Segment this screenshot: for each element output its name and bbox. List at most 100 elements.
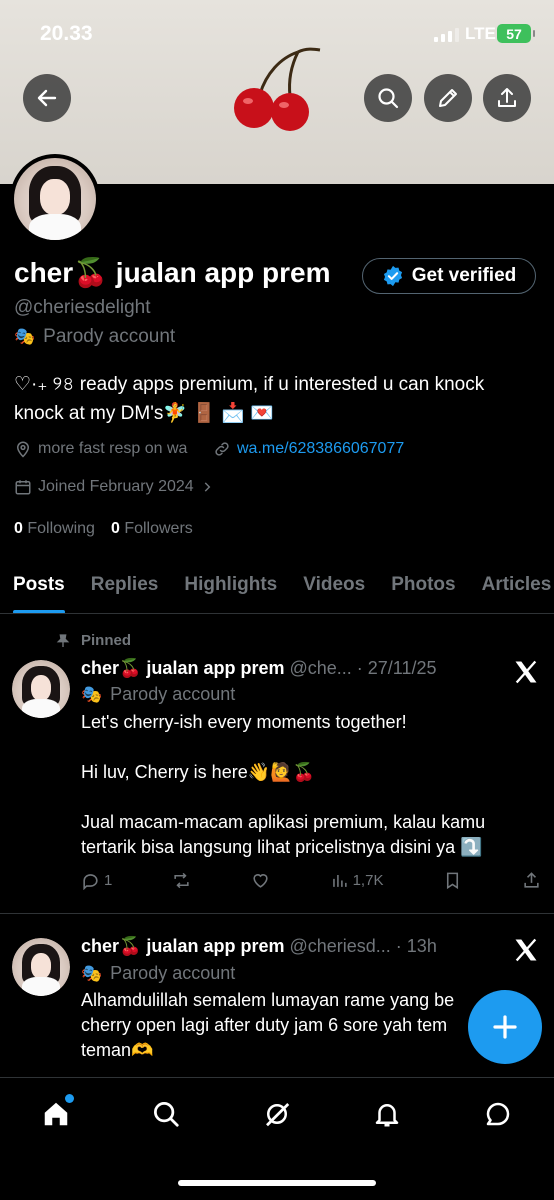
followers-link[interactable]: 0 Followers	[111, 520, 193, 538]
reply-icon	[83, 874, 98, 890]
tab-photos[interactable]: Photos	[378, 556, 468, 613]
repost-button[interactable]	[172, 871, 191, 890]
parody-label: Parody account	[43, 326, 176, 347]
heart-icon	[253, 874, 268, 888]
back-button[interactable]	[23, 74, 71, 122]
pinned-label: Pinned	[81, 632, 132, 649]
post-item[interactable]: cher🍒 jualan app prem @cheriesd... · 13h…	[0, 914, 554, 1077]
post-line: Hi luv, Cherry is here👋🙋🍒	[81, 762, 315, 782]
bookmark-button[interactable]	[443, 871, 462, 890]
x-logo-icon	[515, 938, 537, 962]
bio-line: knock at my DM's🧚 🚪 📩 💌	[14, 403, 274, 424]
parody-mask-icon: 🎭	[81, 963, 103, 983]
post-text: Let's cherry-ish every moments together!…	[81, 710, 541, 860]
search-icon	[378, 88, 399, 109]
profile-avatar[interactable]	[10, 154, 100, 244]
location-text: more fast resp on wa	[38, 440, 188, 457]
link-icon	[215, 442, 229, 456]
arrow-left-icon	[37, 89, 57, 107]
calendar-icon	[15, 480, 31, 495]
battery-icon: 57	[497, 24, 535, 43]
notification-dot	[65, 1094, 74, 1103]
message-icon	[486, 1102, 510, 1126]
profile-tabs: Posts Replies Highlights Videos Photos A…	[0, 556, 554, 614]
post-avatar-image	[12, 938, 70, 996]
post-parody-row: 🎭 Parody account	[81, 684, 235, 705]
get-verified-label: Get verified	[411, 265, 517, 286]
profile-bio: ♡·₊ ୨৪ ready apps premium, if u interest…	[14, 370, 544, 428]
bell-icon	[375, 1104, 399, 1127]
post-parody-label: Parody account	[110, 684, 236, 704]
profile-name: cher🍒 jualan app prem	[14, 257, 331, 288]
bio-line: ♡·₊ ୨৪ ready apps premium, if u interest…	[14, 374, 485, 395]
nav-search[interactable]	[148, 1096, 184, 1132]
status-bar: 20.33 LTE 57	[0, 0, 554, 66]
profile-handle: @cheriesdelight	[14, 297, 151, 318]
tab-articles[interactable]: Articles	[469, 556, 554, 613]
post-parody-label: Parody account	[110, 963, 236, 983]
verified-badge-icon	[383, 265, 402, 287]
avatar-image	[14, 158, 96, 240]
following-link[interactable]: 0 Following	[14, 520, 95, 538]
get-verified-button[interactable]: Get verified	[362, 258, 536, 294]
location-row: more fast resp on wa	[14, 440, 187, 458]
pencil-icon	[439, 89, 457, 107]
x-logo-icon	[515, 660, 537, 684]
parody-mask-icon: 🎭	[14, 327, 36, 346]
post-handle-time: @cheriesd... · 13h	[289, 936, 437, 956]
post-actions: 1 1,7K	[81, 871, 541, 890]
bookmark-icon	[447, 872, 459, 890]
post-avatar[interactable]	[12, 938, 70, 996]
post-parody-row: 🎭 Parody account	[81, 963, 235, 984]
post-author-name[interactable]: cher🍒 jualan app prem	[81, 658, 284, 678]
share-icon	[524, 872, 539, 888]
status-time: 20.33	[40, 22, 93, 45]
website-link[interactable]: wa.me/6283866067077	[237, 440, 404, 458]
pin-icon	[56, 633, 70, 647]
post-header: cher🍒 jualan app prem @cheriesd... · 13h	[81, 936, 437, 957]
profile-name-row: cher🍒 jualan app prem	[14, 256, 331, 289]
views-count: 1,7K	[352, 872, 384, 889]
post-handle-time: @che... · 27/11/25	[289, 658, 437, 678]
nav-notifications[interactable]	[369, 1096, 405, 1132]
compose-button[interactable]	[468, 990, 542, 1064]
post-avatar-image	[12, 660, 70, 718]
tab-highlights[interactable]: Highlights	[171, 556, 290, 613]
share-post-button[interactable]	[522, 871, 541, 890]
views-button[interactable]: 1,7K	[330, 871, 384, 890]
followers-label: Followers	[124, 520, 193, 537]
tab-posts[interactable]: Posts	[0, 556, 78, 613]
joined-text: Joined February 2024	[38, 478, 194, 495]
post-header: cher🍒 jualan app prem @che... · 27/11/25	[81, 658, 437, 679]
edit-button[interactable]	[424, 74, 472, 122]
website-row[interactable]: wa.me/6283866067077	[213, 440, 404, 458]
post-item[interactable]: Pinned cher🍒 jualan app prem @che... · 2…	[0, 614, 554, 914]
search-button[interactable]	[364, 74, 412, 122]
followers-count: 0	[110, 520, 120, 537]
nav-home[interactable]	[38, 1094, 74, 1132]
follow-counts: 0 Following 0 Followers	[14, 520, 193, 538]
pinned-row: Pinned	[55, 632, 131, 649]
home-icon	[44, 1102, 68, 1126]
tab-replies[interactable]: Replies	[78, 556, 172, 613]
post-avatar[interactable]	[12, 660, 70, 718]
home-indicator	[178, 1180, 376, 1186]
post-line: Jual macam-macam aplikasi premium, kalau…	[81, 812, 486, 832]
like-button[interactable]	[251, 871, 270, 890]
reply-count: 1	[104, 872, 113, 889]
chevron-right-icon	[204, 482, 211, 492]
repost-icon	[174, 872, 189, 889]
following-label: Following	[27, 520, 95, 537]
post-line: tertarik bisa langsung lihat pricelistny…	[81, 837, 483, 857]
reply-button[interactable]: 1	[81, 871, 112, 890]
tab-videos[interactable]: Videos	[290, 556, 378, 613]
nav-messages[interactable]	[480, 1096, 516, 1132]
following-count: 0	[14, 520, 23, 537]
grok-icon	[266, 1103, 290, 1127]
post-author-name[interactable]: cher🍒 jualan app prem	[81, 936, 284, 956]
nav-grok[interactable]	[259, 1096, 295, 1132]
post-line: Let's cherry-ish every moments together!	[81, 712, 407, 732]
joined-row[interactable]: Joined February 2024	[14, 478, 214, 496]
signal-icon	[434, 26, 459, 42]
share-button[interactable]	[483, 74, 531, 122]
